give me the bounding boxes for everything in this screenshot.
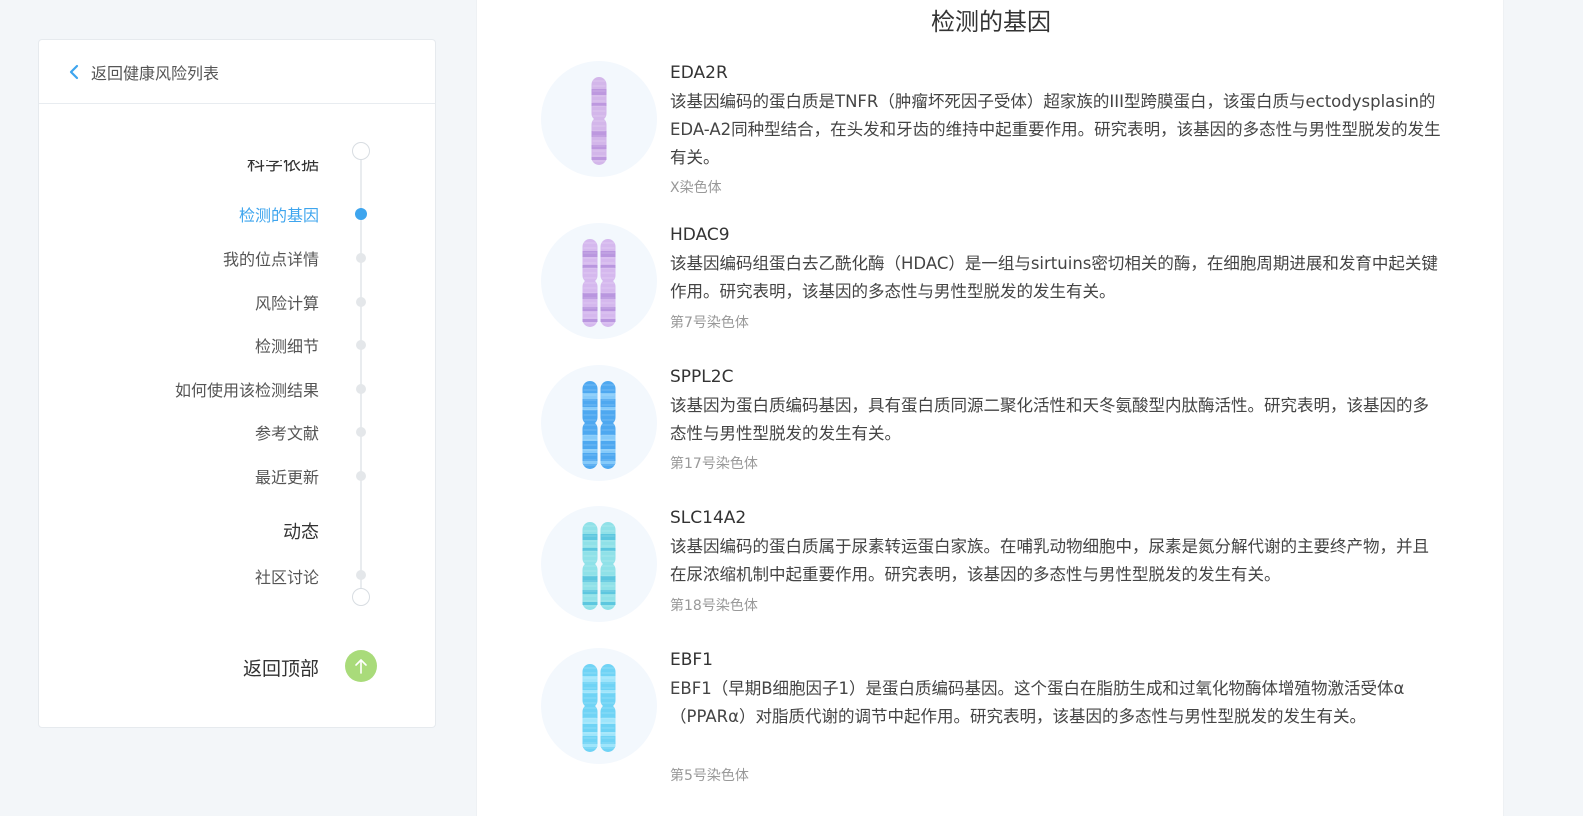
gene-name: EDA2R <box>670 63 728 83</box>
gene-description: 该基因编码组蛋白去乙酰化酶（HDAC）是一组与sirtuins密切相关的酶，在细… <box>670 254 1438 301</box>
gene-chromosome: 第17号染色体 <box>670 456 758 472</box>
nav-dot <box>356 471 366 481</box>
nav-section-dynamic: 动态 <box>283 522 319 543</box>
gene-card: SLC14A2 该基因编码的蛋白质属于尿素转运蛋白家族。在哺乳动物细胞中，尿素是… <box>541 506 1441 626</box>
chromosome-illustration <box>541 648 657 764</box>
gene-description: 该基因编码的蛋白质是TNFR（肿瘤坏死因子受体）超家族的III型跨膜蛋白，该蛋白… <box>670 92 1441 167</box>
gene-description: EBF1（早期B细胞因子1）是蛋白质编码基因。这个蛋白在脂肪生成和过氧化物酶体增… <box>670 679 1405 726</box>
nav-item-references[interactable]: 参考文献 <box>255 420 319 444</box>
nav-item-how-to-use[interactable]: 如何使用该检测结果 <box>175 377 319 401</box>
nav-dot <box>356 570 366 580</box>
nav-item-last-updated[interactable]: 最近更新 <box>255 464 319 488</box>
chromosome-illustration <box>541 61 657 177</box>
timeline-start-cap <box>352 142 370 160</box>
gene-chromosome: 第5号染色体 <box>670 768 749 784</box>
gene-card: SPPL2C 该基因为蛋白质编码基因，具有蛋白质同源二聚化活性和天冬氨酸型内肽酶… <box>541 365 1441 485</box>
nav-dot <box>356 253 366 263</box>
nav-dot <box>356 297 366 307</box>
nav-section-science[interactable]: 科学依据 <box>247 160 319 176</box>
page-title: 检测的基因 <box>931 8 1051 36</box>
chromosome-illustration <box>541 506 657 622</box>
back-to-top-label: 返回顶部 <box>242 658 319 680</box>
nav-item-risk-calc[interactable]: 风险计算 <box>255 290 319 314</box>
nav-item-genes[interactable]: 检测的基因 <box>239 202 319 226</box>
gene-description: 该基因编码的蛋白质属于尿素转运蛋白家族。在哺乳动物细胞中，尿素是氮分解代谢的主要… <box>670 537 1429 584</box>
gene-chromosome: 第7号染色体 <box>670 315 749 331</box>
nav-dot <box>356 384 366 394</box>
chromosome-icon <box>582 381 616 469</box>
arrow-up-icon <box>345 650 377 682</box>
gene-card: HDAC9 该基因编码组蛋白去乙酰化酶（HDAC）是一组与sirtuins密切相… <box>541 223 1441 343</box>
nav-item-test-details[interactable]: 检测细节 <box>255 333 319 357</box>
gene-name: HDAC9 <box>670 225 730 245</box>
gene-chromosome: 第18号染色体 <box>670 598 758 614</box>
gene-description: 该基因为蛋白质编码基因，具有蛋白质同源二聚化活性和天冬氨酸型内肽酶活性。研究表明… <box>670 396 1429 443</box>
nav-dot <box>356 340 366 350</box>
gene-chromosome: X染色体 <box>670 180 722 196</box>
gene-card: EDA2R 该基因编码的蛋白质是TNFR（肿瘤坏死因子受体）超家族的III型跨膜… <box>541 61 1441 201</box>
gene-card: EBF1 EBF1（早期B细胞因子1）是蛋白质编码基因。这个蛋白在脂肪生成和过氧… <box>541 648 1441 798</box>
genes-panel: 检测的基因 EDA2R 该基因编码的蛋白质是TNFR（肿瘤坏死因子受体）超家族的… <box>476 0 1504 816</box>
chevron-left-icon <box>69 64 79 79</box>
nav-dot-active <box>355 208 367 220</box>
chromosome-icon <box>582 664 616 752</box>
gene-name: SLC14A2 <box>670 508 747 528</box>
back-to-risk-list-link[interactable]: 返回健康风险列表 <box>39 40 435 104</box>
gene-name: EBF1 <box>670 650 713 670</box>
timeline-nav: 科学依据 检测的基因 我的位点详情 风险计算 检测细节 如何使用该检测结果 参考… <box>39 160 437 585</box>
timeline-end-cap <box>352 588 370 606</box>
chromosome-illustration <box>541 365 657 481</box>
gene-name: SPPL2C <box>670 367 734 387</box>
chromosome-icon <box>591 77 607 165</box>
sidebar-nav: 返回健康风险列表 科学依据 检测的基因 我的位点详情 风险计算 检测细节 如何使… <box>38 39 436 728</box>
nav-item-my-loci[interactable]: 我的位点详情 <box>223 246 319 270</box>
nav-dot <box>356 427 366 437</box>
chromosome-icon <box>582 239 616 327</box>
chromosome-icon <box>582 522 616 610</box>
back-to-top-button[interactable]: 返回顶部 <box>39 650 437 686</box>
back-link-label: 返回健康风险列表 <box>91 63 220 83</box>
chromosome-illustration <box>541 223 657 339</box>
nav-item-community[interactable]: 社区讨论 <box>255 564 319 585</box>
